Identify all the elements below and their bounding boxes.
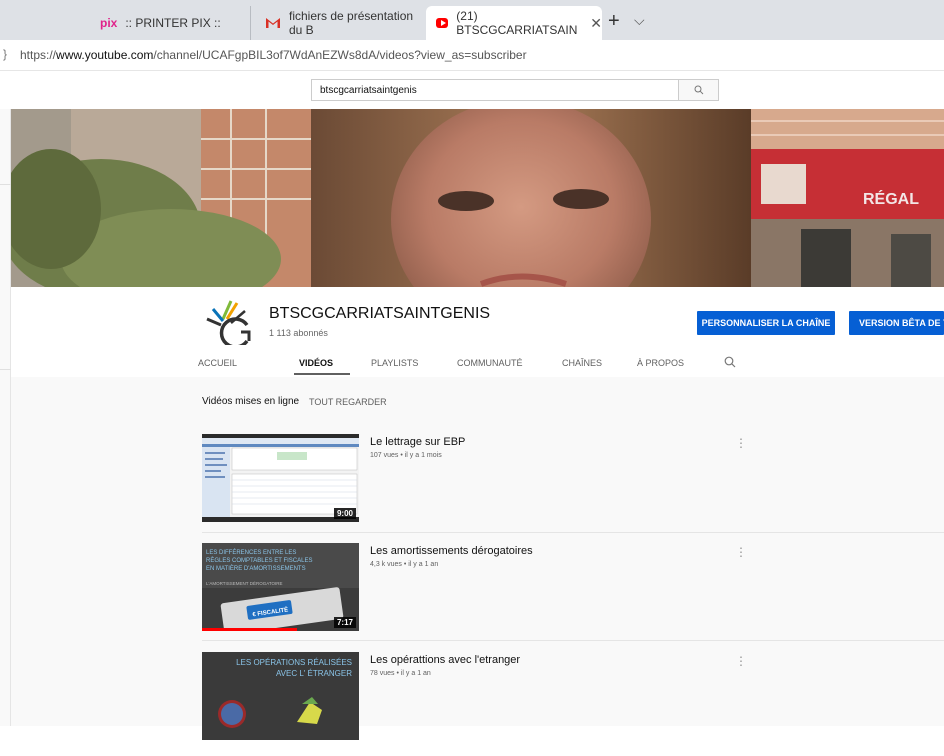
video-thumbnail[interactable]: LES DIFFÉRENCES ENTRE LES RÈGLES COMPTAB…: [202, 543, 359, 631]
tab-label: :: PRINTER PIX ::: [125, 16, 221, 30]
url-prefix: https://: [20, 48, 57, 62]
tab-menu-icon[interactable]: ⌵: [634, 12, 645, 29]
more-options-icon[interactable]: ⋮: [735, 436, 747, 450]
youtube-icon: [436, 18, 449, 28]
tab-communaute[interactable]: COMMUNAUTÉ: [457, 358, 523, 368]
divider: [202, 640, 944, 641]
browser-tab-bar: pix :: PRINTER PIX :: fichiers de présen…: [0, 0, 944, 40]
tab-playlists[interactable]: PLAYLISTS: [371, 358, 418, 368]
gmail-icon: [265, 17, 281, 29]
channel-nav-tabs: ACCUEIL VIDÉOS PLAYLISTS COMMUNAUTÉ CHAÎ…: [11, 349, 944, 377]
video-duration: 9:00: [333, 508, 356, 519]
thumb-text: AVEC L' ÉTRANGER: [276, 669, 352, 678]
video-meta: 78 vues • il y a 1 an: [370, 670, 431, 677]
tab-gmail[interactable]: fichiers de présentation du B: [250, 6, 427, 40]
tab-label: fichiers de présentation du B: [289, 9, 414, 37]
subscriber-count: 1 113 abonnés: [269, 328, 328, 338]
tab-videos[interactable]: VIDÉOS: [299, 358, 333, 368]
video-thumbnail[interactable]: LES OPÉRATIONS RÉALISÉES AVEC L' ÉTRANGE…: [202, 652, 359, 740]
divider: [202, 532, 944, 533]
more-options-icon[interactable]: ⋮: [735, 654, 747, 668]
video-item[interactable]: LES DIFFÉRENCES ENTRE LES RÈGLES COMPTAB…: [202, 543, 944, 647]
reload-icon[interactable]: }: [3, 47, 7, 61]
more-options-icon[interactable]: ⋮: [735, 545, 747, 559]
channel-search-icon[interactable]: [724, 356, 736, 368]
channel-name[interactable]: BTSCGCARRIATSAINTGENIS: [269, 305, 490, 323]
channel-logo-icon: [206, 300, 251, 345]
new-tab-button[interactable]: +: [608, 10, 620, 33]
search-input[interactable]: btscgcarriatsaintgenis: [311, 79, 679, 101]
play-all-button[interactable]: TOUT REGARDER: [309, 397, 387, 407]
url-field[interactable]: https://www.youtube.com/channel/UCAFgpBI…: [20, 48, 527, 62]
shelf-title: Vidéos mises en ligne: [202, 396, 300, 407]
search-button[interactable]: [679, 79, 719, 101]
search-icon: [694, 85, 703, 95]
video-item[interactable]: LES OPÉRATIONS RÉALISÉES AVEC L' ÉTRANGE…: [202, 652, 944, 756]
thumb-text: EN MATIÈRE D'AMORTISSEMENTS: [206, 565, 306, 572]
url-host: www.youtube.com: [56, 48, 154, 62]
tab-a-propos[interactable]: À PROPOS: [637, 358, 684, 368]
thumb-text: LES DIFFÉRENCES ENTRE LES: [206, 549, 296, 556]
url-path: /channel/UCAFgpBIL3of7WdAnEZWs8dA/videos…: [153, 48, 527, 62]
channel-banner: RÉGAL: [11, 109, 944, 287]
video-thumbnail[interactable]: 9:00: [202, 434, 359, 522]
video-item[interactable]: 9:00 Le lettrage sur EBP 107 vues • il y…: [202, 434, 944, 538]
youtube-masthead: btscgcarriatsaintgenis: [0, 71, 944, 109]
address-bar: } https://www.youtube.com/channel/UCAFgp…: [0, 40, 944, 71]
tab-youtube[interactable]: (21) BTSCGCARRIATSAIN ✕: [426, 6, 602, 40]
tab-label: (21) BTSCGCARRIATSAIN: [456, 9, 578, 37]
banner-image: RÉGAL: [11, 109, 944, 287]
video-meta: 4,3 k vues • il y a 1 an: [370, 561, 439, 568]
active-tab-indicator: [294, 373, 350, 375]
tab-printer-pix[interactable]: pix :: PRINTER PIX ::: [86, 6, 250, 40]
banner-sign-text: RÉGAL: [863, 189, 919, 208]
video-title[interactable]: Le lettrage sur EBP: [370, 436, 465, 448]
thumb-text: LES OPÉRATIONS RÉALISÉES: [236, 658, 352, 667]
video-meta: 107 vues • il y a 1 mois: [370, 452, 442, 459]
tab-chaines[interactable]: CHAÎNES: [562, 358, 602, 368]
thumb-subtext: L'AMORTISSEMENT DÉROGATOIRE: [206, 580, 283, 586]
customize-channel-button[interactable]: PERSONNALISER LA CHAÎNE: [697, 311, 835, 335]
videos-section: Vidéos mises en ligne TOUT REGARDER 9:00…: [11, 377, 944, 740]
video-title[interactable]: Les amortissements dérogatoires: [370, 545, 533, 557]
guide-sidebar: [0, 109, 11, 726]
video-title[interactable]: Les opérattions avec l'etranger: [370, 654, 520, 666]
beta-version-button[interactable]: VERSION BÊTA DE YO: [849, 311, 944, 335]
video-duration: 7:17: [333, 617, 356, 628]
pix-favicon-icon: pix: [100, 16, 118, 30]
tab-accueil[interactable]: ACCUEIL: [198, 358, 237, 368]
close-tab-icon[interactable]: ✕: [590, 15, 602, 32]
channel-header: BTSCGCARRIATSAINTGENIS 1 113 abonnés PER…: [11, 287, 944, 377]
thumb-text: RÈGLES COMPTABLES ET FISCALES: [206, 557, 312, 564]
